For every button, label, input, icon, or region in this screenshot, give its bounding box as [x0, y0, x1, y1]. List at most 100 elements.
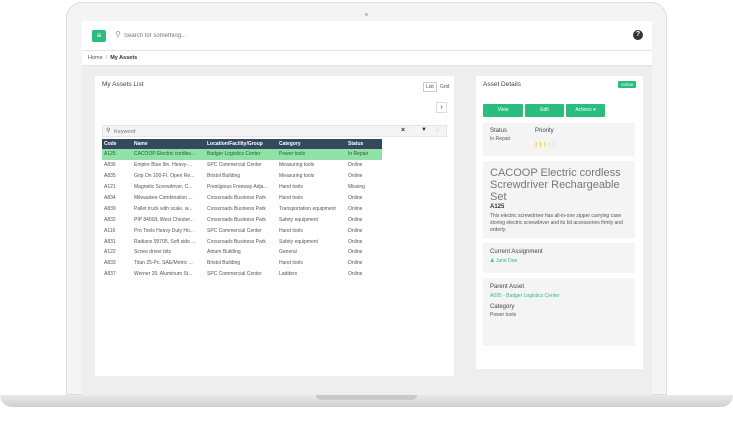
table-row[interactable]: A835 Grip On 100-Ft. Open Re... Bristol Bu… — [102, 171, 382, 182]
table-cell: A834 — [104, 195, 116, 201]
table-cell: Measuring tools — [279, 173, 315, 180]
table-row[interactable]: A831 Radians 99705, Soft side ... Crossroa… — [102, 236, 382, 247]
table-cell: Crossroads Business Park — [207, 195, 266, 201]
table-row[interactable]: A125 CACOOP Electric cordles... Badger Log… — [102, 149, 382, 160]
table-row[interactable]: A834 Milwaukee Combination ... Crossroads … — [102, 193, 382, 204]
priority-mark: ! — [543, 142, 547, 149]
table-cell: Pallet truck with scale, w... — [134, 205, 193, 212]
table-cell: Pro Tools Heavy Duty Ho... — [134, 227, 194, 234]
asset-info-card: CACOOP Electric cordless Screwdriver Rec… — [483, 161, 635, 238]
asset-code: A125 — [490, 204, 505, 210]
table-cell: Atrium Building — [207, 249, 241, 256]
table-row[interactable]: A116 Pro Tools Heavy Duty Ho... SPC Commer… — [102, 225, 382, 236]
table-cell: Empire Blue 9in. Heavy-... — [134, 162, 193, 169]
panel-title: My Assets List — [102, 81, 144, 88]
table-cell: Crossroads Business Park — [207, 216, 266, 223]
edit-button[interactable]: Edit — [525, 104, 564, 117]
keyword-input[interactable] — [114, 127, 294, 136]
table-cell: A121 — [104, 184, 116, 191]
table-cell: A836 — [104, 162, 116, 169]
filter-icon[interactable]: ▼ — [421, 127, 427, 133]
table-header-row: Code Name Location/Facility/Group Catego… — [102, 139, 382, 149]
column-header[interactable]: Location/Facility/Group — [205, 139, 277, 149]
table-cell: Hand tools — [279, 195, 303, 201]
table-cell: A835 — [104, 173, 116, 180]
table-cell: Safety equipment — [279, 216, 318, 223]
table-cell: Badger Logistics Center — [205, 149, 277, 160]
table-row[interactable]: A837 Werner 20. Aluminum St... SPC Commerc… — [102, 269, 382, 280]
assignment-label: Current Assignment — [490, 249, 543, 255]
table-cell: Safety equipment — [279, 238, 318, 245]
asset-description: This electric screwdriver has all-in-one… — [490, 213, 623, 233]
table-cell: A839 — [104, 205, 116, 212]
view-list-toggle[interactable]: List — [423, 82, 437, 92]
search-input[interactable] — [124, 29, 324, 43]
menu-icon[interactable]: ≡ — [92, 30, 106, 42]
status-block: Status In Repair — [490, 128, 510, 143]
table-cell: SPC Commercial Center — [207, 227, 262, 234]
table-cell: Online — [348, 216, 363, 223]
status-label: Status — [490, 128, 508, 134]
table-row[interactable]: A121 Magnetic Screwdriver, C... Prestigiou… — [102, 182, 382, 193]
breadcrumb-home[interactable]: Home — [88, 55, 103, 61]
table-row[interactable]: A839 Pallet truck with scale, w... Crossro… — [102, 203, 382, 214]
table-cell: Missing — [348, 184, 365, 191]
table-cell: Bristol Building — [207, 173, 241, 180]
assignment-card: Current Assignment ♟ Jane Doe — [483, 243, 635, 273]
table-cell: Radians 99705, Soft side ... — [134, 238, 196, 245]
parent-asset-link[interactable]: A095 - Badger Logistics Center — [490, 293, 560, 300]
table-cell: SPC Commercial Center — [207, 162, 262, 169]
table-cell: Grip On 100-Ft. Open Re... — [134, 173, 195, 180]
table-row[interactable]: A836 Empire Blue 9in. Heavy-... SPC Commer… — [102, 160, 382, 171]
status-value: In Repair — [490, 136, 511, 142]
table-row[interactable]: A833 Titan 25-Pc. SAE/Metric ... Bristol B… — [102, 258, 382, 269]
assignee-name: Jane Doe — [495, 258, 518, 264]
category-label: Category — [490, 304, 515, 310]
table-cell: Crossroads Business Park — [207, 238, 266, 245]
priority-mark: ! — [535, 142, 538, 149]
table-cell: Online — [348, 227, 363, 234]
column-header[interactable]: Category — [277, 139, 346, 149]
clear-icon[interactable]: × — [401, 127, 405, 134]
table-cell: Bristol Building — [207, 260, 241, 267]
view-grid-toggle[interactable]: Grid — [437, 82, 452, 92]
table-cell: General — [279, 249, 297, 256]
top-bar: ≡ ⚲ ? — [82, 21, 652, 51]
actions-button[interactable]: Actions ▾ — [566, 104, 605, 117]
table-cell: A833 — [104, 260, 116, 267]
table-cell: Hand tools — [279, 260, 303, 267]
column-header[interactable]: Code — [102, 139, 132, 149]
priority-mark: ! — [548, 142, 551, 149]
table-cell: PIP 8400/L West Chester... — [134, 216, 194, 223]
parent-asset-label: Parent Asset — [490, 284, 525, 290]
table-cell: A832 — [104, 216, 116, 223]
priority-mark: ! — [552, 142, 555, 149]
user-icon: ♟ — [490, 258, 495, 264]
table-cell: In Repair — [346, 149, 382, 160]
table-cell: A837 — [104, 271, 116, 278]
priority-mark: ! — [539, 142, 542, 149]
table-cell: Titan 25-Pc. SAE/Metric ... — [134, 260, 193, 267]
column-header[interactable]: Status — [346, 139, 382, 149]
help-icon[interactable]: ? — [633, 30, 643, 40]
table-row[interactable]: A832 PIP 8400/L West Chester... Crossroads… — [102, 214, 382, 225]
table-cell: Milwaukee Combination ... — [134, 195, 193, 201]
table-cell: Online — [348, 173, 363, 180]
view-button[interactable]: View — [483, 104, 523, 117]
category-value: Power tools — [490, 312, 517, 318]
table-cell: A116 — [104, 227, 116, 234]
column-header[interactable]: Name — [132, 139, 205, 149]
status-card: Status In Repair Priority !!!!! — [483, 123, 635, 156]
camera-dot — [365, 13, 368, 16]
table-cell: Hand tools — [279, 227, 303, 234]
assignee-link[interactable]: ♟ Jane Doe — [490, 258, 628, 264]
next-arrow-button[interactable]: › — [436, 102, 447, 113]
table-row[interactable]: A122 Screw driver bits Atrium Building Gene… — [102, 247, 382, 258]
table-cell: Screw driver bits — [134, 249, 171, 256]
assets-list-panel: My Assets List List Grid › ⚲ × ▼ ☆ Code … — [95, 76, 454, 376]
table-cell: Crossroads Business Park — [207, 205, 266, 212]
panel-title: Asset Details — [483, 81, 521, 88]
breadcrumb: Home / My Assets — [82, 51, 652, 66]
star-icon[interactable]: ☆ — [435, 127, 440, 134]
table-cell: A122 — [104, 249, 116, 256]
